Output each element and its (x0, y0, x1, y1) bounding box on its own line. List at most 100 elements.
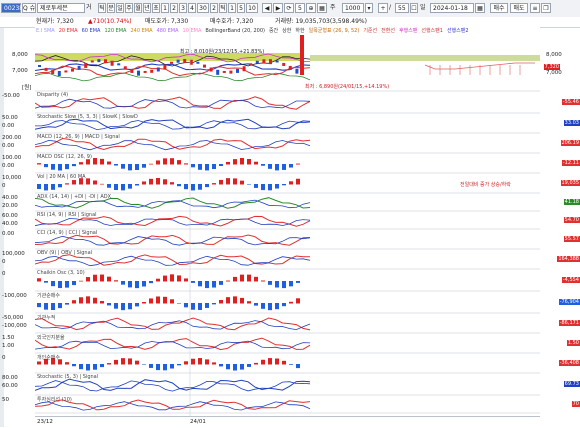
legend-item[interactable]: 240 EMA (130, 28, 152, 34)
indicator-bar (219, 364, 223, 366)
stock-name-field[interactable]: 제로투세븐 (37, 3, 85, 13)
indicator-bar (114, 303, 118, 309)
grid-icon[interactable]: ▦ (317, 3, 327, 13)
count-dropdown-icon[interactable]: ▾ (365, 3, 373, 13)
page-field[interactable]: 5 (295, 3, 305, 13)
code-input[interactable]: 002380 (1, 3, 21, 13)
panel-label[interactable]: Stochastic Slow (5, 3, 3) | SlowK | Slow… (37, 114, 138, 120)
indicator-bar (72, 364, 76, 366)
add-icon[interactable]: + (378, 3, 388, 13)
buy-button[interactable]: 매수 (490, 3, 508, 13)
legend-item[interactable]: 중간 (269, 28, 278, 34)
panel-label[interactable]: CCI (14, 9) | CCI | Signal (37, 230, 97, 236)
period-button-6[interactable]: 초 (152, 3, 160, 13)
indicator-bar (170, 364, 174, 369)
period-button-10[interactable]: 4 (188, 3, 196, 13)
indicator-bar (268, 303, 272, 310)
panel-label[interactable]: MACD OSC (12, 26, 9) (37, 154, 92, 160)
window-icon[interactable]: ❐ (541, 3, 551, 13)
indicator-bar (79, 162, 83, 164)
period-button-13[interactable]: 틱 (219, 3, 227, 13)
period-button-5[interactable]: 년 (143, 3, 151, 13)
period-button-16[interactable]: 10 (246, 3, 258, 13)
legend-item[interactable]: 기준선 (363, 28, 377, 34)
count2-field[interactable]: 55 (395, 3, 409, 13)
calendar-icon[interactable]: ▦ (475, 3, 485, 13)
legend-item[interactable]: BollingerBand (20, 200) (205, 28, 265, 34)
indicator-bar (107, 162, 111, 165)
sell-button[interactable]: 매도 (510, 3, 528, 13)
checkbox-date[interactable]: ☐ (410, 3, 418, 13)
panel-label[interactable]: OBV (9) | OBV | Signal (37, 250, 92, 256)
indicator-bar (86, 159, 90, 164)
legend-item[interactable]: 전환선 (381, 28, 395, 34)
panel-label[interactable]: RSI (14, 9) | RSI | Signal (37, 212, 97, 218)
panel-label[interactable]: 외국인지분율 (37, 334, 65, 341)
period-button-15[interactable]: 5 (237, 3, 245, 13)
panel-label[interactable]: 투자심리선 (10) (37, 396, 72, 403)
indicator-bar (282, 184, 286, 185)
indicator-bar (142, 181, 146, 184)
legend-item[interactable]: 20 EMA (59, 28, 78, 34)
menu-icon[interactable]: ≡ (530, 3, 540, 13)
indicator-bar (198, 303, 202, 310)
indicator-bar (149, 281, 153, 283)
legend-item[interactable]: 120 EMA (104, 28, 126, 34)
period-button-14[interactable]: 1 (228, 3, 236, 13)
panel-label[interactable]: Disparity (4) (37, 92, 68, 98)
legend-item[interactable]: 60 EMA (82, 28, 101, 34)
panel-label[interactable]: 기관순매수 (37, 292, 60, 299)
panel-label[interactable]: MACD (12, 26, 9) | MACD | Signal (37, 134, 120, 140)
indicator-bar (184, 278, 188, 281)
indicator-bar (156, 279, 160, 282)
indicator-legend: E.I 5MA 20 EMA 60 EMA120 EMA 240 EMA 480 EMA… (36, 27, 541, 51)
legend-item[interactable]: 480 EMA (157, 28, 179, 34)
legend-item[interactable]: 일목균형표 (26, 9, 52) (309, 28, 360, 34)
panel-label[interactable]: Vol | 20 MA | 60 MA (37, 174, 86, 180)
legend-item[interactable]: 하한 (295, 28, 304, 34)
panel-label[interactable]: ADX (14, 14) | +DI | -DI | ADX (37, 194, 111, 200)
indicator-bar (191, 164, 195, 167)
period-button-7[interactable]: 1 (161, 3, 169, 13)
date-field[interactable]: 2024-01-18 (430, 3, 474, 13)
right-panel-value-tag: 69.73 (564, 381, 580, 387)
legend-item[interactable]: 10 EMA (183, 28, 202, 34)
price-candle (163, 65, 166, 70)
indicator-bar (114, 360, 118, 365)
period-button-12[interactable]: 2 (210, 3, 218, 13)
right-panel-value-tag: 54.70 (564, 217, 580, 223)
panel-label[interactable]: Stochastic (5, 3) | Signal (37, 374, 98, 380)
indicator-bar (86, 277, 90, 281)
period-button-9[interactable]: 3 (179, 3, 187, 13)
period-button-0[interactable]: 틱 (98, 3, 106, 13)
left-panel-tick: 1.50 (2, 335, 14, 341)
panel-label[interactable]: 개인순매수 (37, 354, 60, 361)
period-button-1[interactable]: 분 (107, 3, 115, 13)
refresh-icon[interactable]: ⟳ (284, 3, 294, 13)
legend-item[interactable]: 후행스팬 (399, 28, 417, 34)
legend-item[interactable]: E.I 5MA (36, 28, 55, 34)
right-panel-value-tag: 33.03 (564, 120, 580, 126)
period-button-11[interactable]: 30 (197, 3, 209, 13)
period-button-8[interactable]: 2 (170, 3, 178, 13)
panel-label[interactable]: 기관누적 (37, 314, 55, 321)
legend-item[interactable]: 선행스팬1 (421, 28, 443, 34)
indicator-bar (79, 297, 83, 303)
prev-button[interactable]: ◀ (262, 3, 272, 13)
next-button[interactable]: ▶ (273, 3, 283, 13)
chart-area[interactable]: E.I 5MA 20 EMA 60 EMA120 EMA 240 EMA 480 EMA… (35, 27, 540, 416)
legend-item[interactable]: 상한 (282, 28, 291, 34)
right-panel-value-tag: 55.57 (564, 236, 580, 242)
legend-item[interactable]: 선행스팬2 (447, 28, 469, 34)
indicator-bar (156, 160, 160, 164)
period-button-2[interactable]: 일 (116, 3, 124, 13)
panel-label[interactable]: Chaikin Osc (3, 10) (37, 270, 85, 276)
indicator-line (35, 255, 310, 266)
zoom-in-icon[interactable]: ⊕ (306, 3, 316, 13)
period-button-3[interactable]: 주 (125, 3, 133, 13)
period-button-4[interactable]: 월 (134, 3, 142, 13)
search-button[interactable]: Q 슈 (22, 3, 36, 13)
right-panel-value-tag: -36,408 (559, 360, 580, 366)
count-select[interactable]: 1000 (342, 3, 364, 13)
chart-canvas[interactable] (35, 27, 540, 416)
